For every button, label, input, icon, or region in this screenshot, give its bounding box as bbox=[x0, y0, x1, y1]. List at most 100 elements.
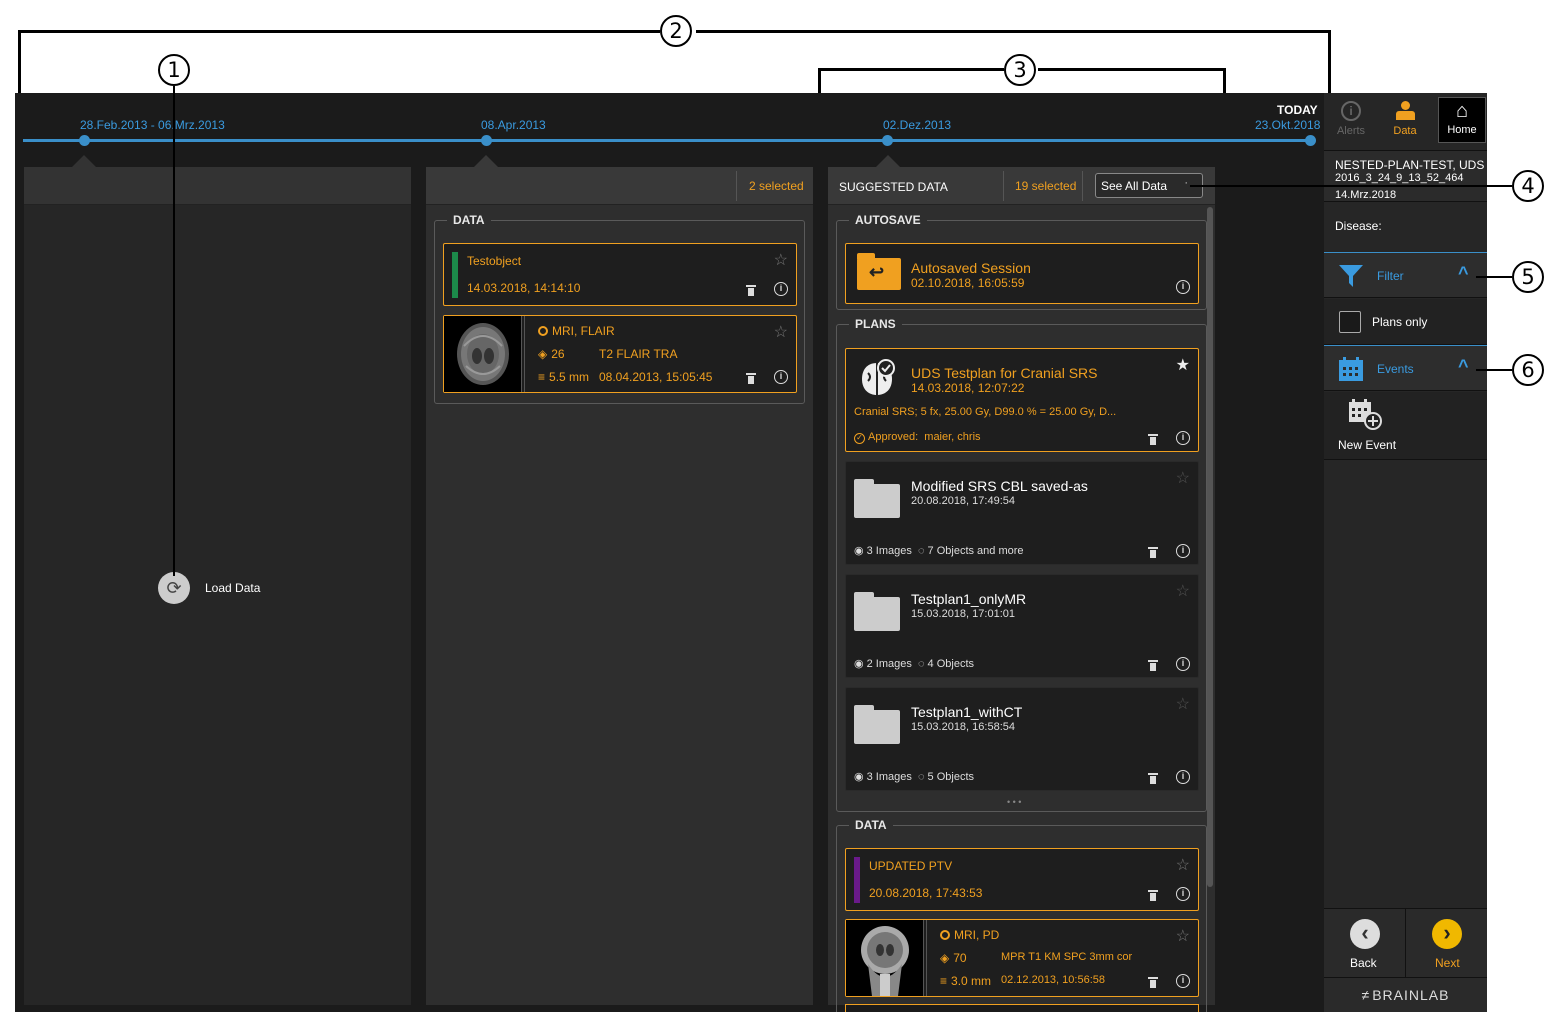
favorite-star-icon[interactable]: ☆ bbox=[1176, 926, 1190, 946]
plan-card-testplan1-withct[interactable]: Testplan1_withCT 15.03.2018, 16:58:54 ◉ 3… bbox=[845, 687, 1199, 791]
alerts-button[interactable]: i Alerts bbox=[1326, 97, 1376, 143]
plan1-date: 14.03.2018, 12:07:22 bbox=[911, 381, 1025, 395]
autosave-name: Autosaved Session bbox=[911, 260, 1031, 276]
object-icon: ◌ bbox=[917, 658, 925, 670]
filter-section-header[interactable]: Filter ^ bbox=[1324, 252, 1487, 298]
plan-card-modified-srs[interactable]: Modified SRS CBL saved-as 20.08.2018, 17… bbox=[845, 461, 1199, 565]
next-button[interactable]: › Next bbox=[1407, 909, 1487, 977]
patient-id: 2016_3_24_9_13_52_464 bbox=[1335, 172, 1464, 184]
favorite-star-icon[interactable]: ☆ bbox=[774, 322, 788, 342]
trash-icon[interactable] bbox=[1148, 889, 1158, 901]
trash-icon[interactable] bbox=[1148, 659, 1158, 671]
autosave-group-title: AUTOSAVE bbox=[849, 213, 927, 227]
timeline-dot-3[interactable] bbox=[882, 135, 893, 146]
data-card-updated-ptv[interactable]: UPDATED PTV 20.08.2018, 17:43:53 ☆ i bbox=[845, 848, 1199, 911]
data-card-partial bbox=[845, 1004, 1199, 1012]
thumb-divider bbox=[524, 316, 525, 392]
callout-1-line bbox=[173, 86, 175, 576]
favorite-star-icon[interactable]: ☆ bbox=[774, 250, 788, 270]
object-icon: ◌ bbox=[917, 771, 925, 783]
image-icon: ◉ bbox=[854, 545, 864, 557]
next-label: Next bbox=[1435, 956, 1460, 970]
data-button[interactable]: Data bbox=[1380, 97, 1430, 143]
load-data-label[interactable]: Load Data bbox=[205, 581, 260, 595]
trash-icon[interactable] bbox=[746, 284, 756, 296]
plans-only-checkbox[interactable] bbox=[1339, 311, 1361, 333]
events-section-header[interactable]: Events ^ bbox=[1324, 345, 1487, 391]
data-card-testobject[interactable]: Testobject 14.03.2018, 14:14:10 ☆ i bbox=[443, 243, 797, 306]
plans-show-more-button[interactable]: • • • bbox=[1007, 797, 1021, 807]
data-person-icon bbox=[1394, 101, 1416, 121]
home-button[interactable]: ⌂ Home bbox=[1438, 97, 1486, 143]
callout-5: 5 bbox=[1512, 261, 1544, 293]
new-event-button[interactable]: New Event bbox=[1324, 392, 1487, 460]
info-icon[interactable]: i bbox=[1176, 974, 1190, 988]
brain-axial-image bbox=[457, 323, 509, 385]
column-2-header: 2 selected bbox=[426, 167, 813, 205]
data-group-title: DATA bbox=[447, 213, 491, 227]
info-icon[interactable]: i bbox=[774, 370, 788, 384]
new-event-label: New Event bbox=[1338, 438, 1397, 452]
trash-icon[interactable] bbox=[1148, 546, 1158, 558]
info-icon[interactable]: i bbox=[774, 282, 788, 296]
timeline-dot-1[interactable] bbox=[79, 135, 90, 146]
thickness-icon: ≡ bbox=[538, 370, 546, 384]
load-data-button[interactable]: ⟳ bbox=[158, 572, 190, 604]
timeline-label-2[interactable]: 08.Apr.2013 bbox=[481, 118, 546, 132]
info-icon[interactable]: i bbox=[1176, 770, 1190, 784]
object-color-bar bbox=[854, 857, 860, 903]
mri-pd-thickness: ≡ 3.0 mm bbox=[940, 974, 992, 988]
timeline-dot-2[interactable] bbox=[481, 135, 492, 146]
plan4-counts: ◉ 3 Images ◌ 5 Objects bbox=[854, 771, 974, 783]
trash-icon[interactable] bbox=[1148, 433, 1158, 445]
mri-pd-modality: MRI, PD bbox=[940, 928, 999, 942]
info-icon[interactable]: i bbox=[1176, 431, 1190, 445]
column-3-scrollbar[interactable] bbox=[1207, 207, 1213, 887]
favorite-star-filled-icon[interactable]: ★ bbox=[1176, 355, 1190, 375]
column-2-selected[interactable]: 2 selected bbox=[749, 179, 804, 193]
trash-icon[interactable] bbox=[1148, 976, 1158, 988]
events-collapse-chevron-icon[interactable]: ^ bbox=[1458, 356, 1469, 377]
thumb-divider bbox=[926, 920, 927, 996]
thickness-icon: ≡ bbox=[940, 974, 948, 988]
trash-icon[interactable] bbox=[746, 372, 756, 384]
timeline-dot-today[interactable] bbox=[1305, 135, 1316, 146]
plan3-name: Testplan1_onlyMR bbox=[911, 591, 1027, 607]
favorite-star-icon[interactable]: ☆ bbox=[1176, 855, 1190, 875]
mri-slice-count: ◈ 26 bbox=[538, 347, 565, 361]
patient-date: 14.Mrz.2018 bbox=[1335, 189, 1397, 201]
timeline-label-1[interactable]: 28.Feb.2013 - 06.Mrz.2013 bbox=[80, 118, 225, 132]
autosave-card[interactable]: ↩ Autosaved Session 02.10.2018, 16:05:59… bbox=[845, 243, 1199, 304]
image-icon bbox=[940, 930, 950, 940]
data-card-mri-flair[interactable]: MRI, FLAIR ◈ 26 T2 FLAIR TRA ≡ 5.5 mm 08.0… bbox=[443, 315, 797, 393]
favorite-star-icon[interactable]: ☆ bbox=[1176, 694, 1190, 714]
callout-6-line bbox=[1476, 369, 1512, 371]
info-icon[interactable]: i bbox=[1176, 887, 1190, 901]
timeline-today-date[interactable]: 23.Okt.2018 bbox=[1255, 118, 1320, 132]
filter-label: Filter bbox=[1377, 269, 1404, 283]
plan-card-testplan1-onlymr[interactable]: Testplan1_onlyMR 15.03.2018, 17:01:01 ◉ 2… bbox=[845, 574, 1199, 678]
autosave-group: AUTOSAVE ↩ Autosaved Session 02.10.2018,… bbox=[836, 213, 1207, 310]
bracket-2-top-left bbox=[18, 30, 660, 33]
filter-funnel-icon bbox=[1339, 265, 1363, 287]
info-icon[interactable]: i bbox=[1176, 657, 1190, 671]
bracket-2-top-right bbox=[696, 30, 1331, 33]
bracket-3-top-left bbox=[818, 68, 1004, 71]
next-chevron-icon: › bbox=[1432, 919, 1462, 949]
calendar-add-icon bbox=[1349, 399, 1382, 430]
timeline-label-3[interactable]: 02.Dez.2013 bbox=[883, 118, 951, 132]
data-card-mri-pd[interactable]: MRI, PD ◈ 70 MPR T1 KM SPC 3mm cor ≡ 3.0 m… bbox=[845, 919, 1199, 997]
mri-pd-slice-count: ◈ 70 bbox=[940, 951, 967, 965]
filter-collapse-chevron-icon[interactable]: ^ bbox=[1458, 263, 1469, 284]
column-3-selected[interactable]: 19 selected bbox=[1015, 179, 1076, 193]
back-button[interactable]: ‹ Back bbox=[1324, 909, 1406, 977]
column-2-separator bbox=[736, 171, 737, 201]
see-all-data-dropdown[interactable]: See All Data · bbox=[1095, 173, 1203, 198]
info-icon[interactable]: i bbox=[1176, 280, 1190, 294]
favorite-star-icon[interactable]: ☆ bbox=[1176, 468, 1190, 488]
callout-6: 6 bbox=[1512, 354, 1544, 386]
plan-card-uds-testplan[interactable]: UDS Testplan for Cranial SRS 14.03.2018,… bbox=[845, 348, 1199, 452]
trash-icon[interactable] bbox=[1148, 772, 1158, 784]
info-icon[interactable]: i bbox=[1176, 544, 1190, 558]
favorite-star-icon[interactable]: ☆ bbox=[1176, 581, 1190, 601]
